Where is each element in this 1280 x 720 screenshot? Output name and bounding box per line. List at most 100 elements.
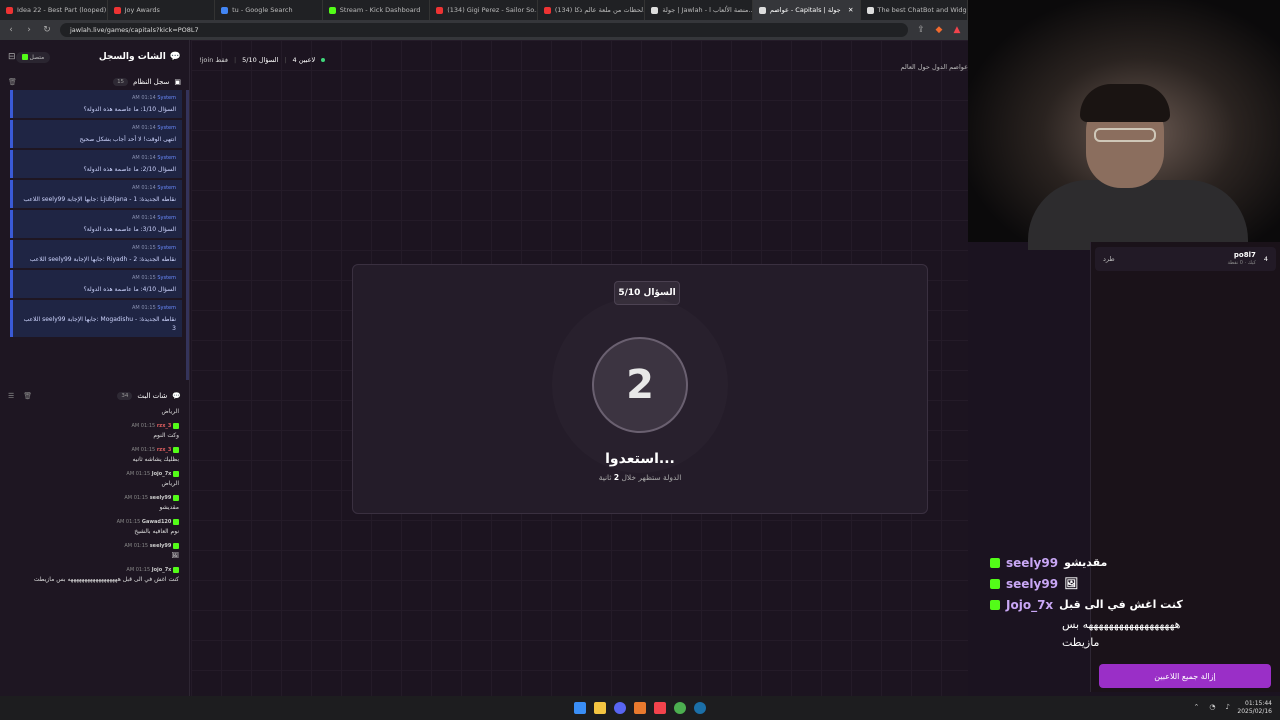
browser-tab[interactable]: عواصم - Capitals | جولة ✕ [752,0,861,20]
chat-meta: AM 01:15 Jojo_7x [8,470,179,479]
url-input[interactable]: jawlah.live/games/capitals?kick=PO8L7 [60,23,908,37]
chat-username[interactable]: Jojo_7x [152,567,172,573]
tab-label: tu - Google Search [232,6,293,14]
tab-favicon-icon [758,6,766,14]
chat-message: AM 01:15 rzx_3 بظليك يشاشه ثانيه [8,443,179,467]
status-text: متصل [29,53,45,61]
log-time: AM 01:14 [132,95,156,101]
chat-message: AM 01:15 Gawad120 نوم العافيه بالشيخ [8,515,179,539]
browser-tab[interactable]: Joy Awards [108,0,216,20]
browser-tab[interactable]: جولة | Jawlah - منصة الألعاب ا... [645,0,753,20]
browser-tab[interactable]: The best ChatBot and Widget... [861,0,968,20]
trash-icon[interactable]: 🗑 [23,392,32,400]
chat-username[interactable]: seely99 [150,495,172,501]
log-meta: AM 01:15 System [19,304,176,313]
browser-tab[interactable]: tu - Google Search [215,0,323,20]
player-rank: 4 [1263,255,1268,263]
tab-favicon-icon [543,6,551,14]
app-a-icon[interactable] [634,702,646,714]
log-user: System [157,95,176,101]
url-text: jawlah.live/games/capitals?kick=PO8L7 [70,26,199,34]
windows-start-icon[interactable] [574,702,586,714]
chevron-up-icon[interactable]: ⌃ [1194,703,1200,711]
chat-meta: AM 01:15 rzx_3 [8,446,179,455]
chat-username[interactable]: seely99 [150,543,172,549]
chrome-icon[interactable] [674,702,686,714]
tab-label: The best ChatBot and Widget... [877,6,968,14]
close-tab-icon[interactable]: ✕ [848,6,853,14]
player-name: po8l7 [1233,251,1256,259]
log-count: 15 [113,78,129,86]
chat-text: الرياض [161,480,179,487]
tab-favicon-icon [221,6,229,14]
clock-date: 2025/02/16 [1237,708,1272,715]
discord-icon[interactable] [614,702,626,714]
game-status-bar: !join فقط | السؤال 5/10 | 4 لاعبين [199,56,326,64]
share-icon[interactable]: ⇪ [916,25,926,35]
clock-time: 01:15:44 [1245,700,1272,707]
back-icon[interactable]: ‹ [6,25,16,35]
chat-username[interactable]: Gawad120 [142,519,172,525]
kick-icon [21,54,28,60]
kick-player-button[interactable]: طرد [1103,255,1115,263]
tab-favicon-icon [436,6,444,14]
overlay-message: مقديشو [1064,556,1108,569]
chat-username[interactable]: Jojo_7x [152,471,172,477]
chat-username[interactable]: rzx_3 [157,447,172,453]
question-progress: السؤال 5/10 [242,56,279,64]
sidebar-title: الشات والسجل [98,52,166,62]
remove-all-players-button[interactable]: إزالة جميع اللاعبين [1099,664,1271,688]
log-meta: AM 01:15 System [19,244,176,253]
kick-icon [990,578,1000,589]
chat-text: نوم العافيه بالشيخ [134,528,179,535]
clock[interactable]: 01:15:44 2025/02/16 [1237,700,1272,716]
chat-time: AM 01:15 [126,567,151,573]
collapse-icon[interactable]: ⊟ [8,52,16,62]
overlay-username: seely99 [1006,576,1059,591]
browser-tab[interactable]: Stream - Kick Dashboard [323,0,431,20]
brave-icon[interactable] [654,702,666,714]
wifi-icon[interactable]: ◔ [1209,703,1215,711]
hint-seconds: 2 [613,473,620,482]
file-explorer-icon[interactable] [594,702,606,714]
log-meta: AM 01:14 System [19,154,176,163]
log-item: AM 01:14 System انتهى الوقت! لا أحد أجاب … [10,120,182,148]
question-badge: السؤال 5/10 [614,281,680,305]
log-time: AM 01:14 [132,125,156,131]
chat-meta: AM 01:15 seely99 [8,494,179,503]
volume-icon[interactable]: ♪ [1226,703,1230,711]
forward-icon[interactable]: › [24,25,34,35]
webcam-feed [968,0,1280,250]
tab-label: عواصم - Capitals | جولة [769,6,841,14]
chat-message: AM 01:15 Jojo_7x الرياض [8,467,179,491]
log-time: AM 01:15 [132,245,156,251]
log-user: System [157,215,176,221]
reload-icon[interactable]: ↻ [42,25,52,35]
log-time: AM 01:14 [132,215,156,221]
countdown-circle: 2 [592,337,688,433]
log-user: System [157,155,176,161]
browser-tab[interactable]: (134) لحظات من ملعة عالم ذكا... [538,0,646,20]
overlay-chat-line: seely99 مقديشو [990,552,1280,573]
chat-sidebar: ⊟ متصل الشات والسجل 💬 🗑 15 سجل النظام ▣ … [0,40,190,696]
system-log-header: 🗑 15 سجل النظام ▣ [0,74,189,90]
stream-chat-list[interactable]: الرياض AM 01:15 rzx_3 وكت النوم AM 01:15 r… [0,404,189,587]
brave-shield-icon[interactable]: ◆ [934,25,944,35]
chat-message: AM 01:15 seely99 🖼 [8,539,179,563]
brave-rewards-icon[interactable]: ▲ [952,25,962,35]
chat-username[interactable]: rzx_3 [157,423,172,429]
windows-taskbar: ⌃ ◔ ♪ 01:15:44 2025/02/16 [0,696,1280,720]
log-text: اللاعب seely99 جابها الإجابة: Ljubljana … [23,196,176,203]
chat-text: الرياض [161,408,179,415]
browser-tab[interactable]: Idea 22 - Best Part (looped) [0,0,108,20]
page-title: عواصم الدول حول العالم [900,63,968,71]
hint-prefix: الدولة ستظهر خلال [621,473,682,482]
trash-icon[interactable]: 🗑 [8,78,17,86]
live-dot [321,58,326,62]
filter-icon[interactable]: ☰ [8,392,14,400]
chat-icon: 💬 [169,52,181,62]
browser-tab[interactable]: (134) Gigi Perez - Sailor So... [430,0,538,20]
streamer-hair [1080,84,1170,122]
steam-icon[interactable] [694,702,706,714]
system-log-list[interactable]: AM 01:14 System السؤال 1/10: ما عاصمة هذه… [0,90,189,380]
